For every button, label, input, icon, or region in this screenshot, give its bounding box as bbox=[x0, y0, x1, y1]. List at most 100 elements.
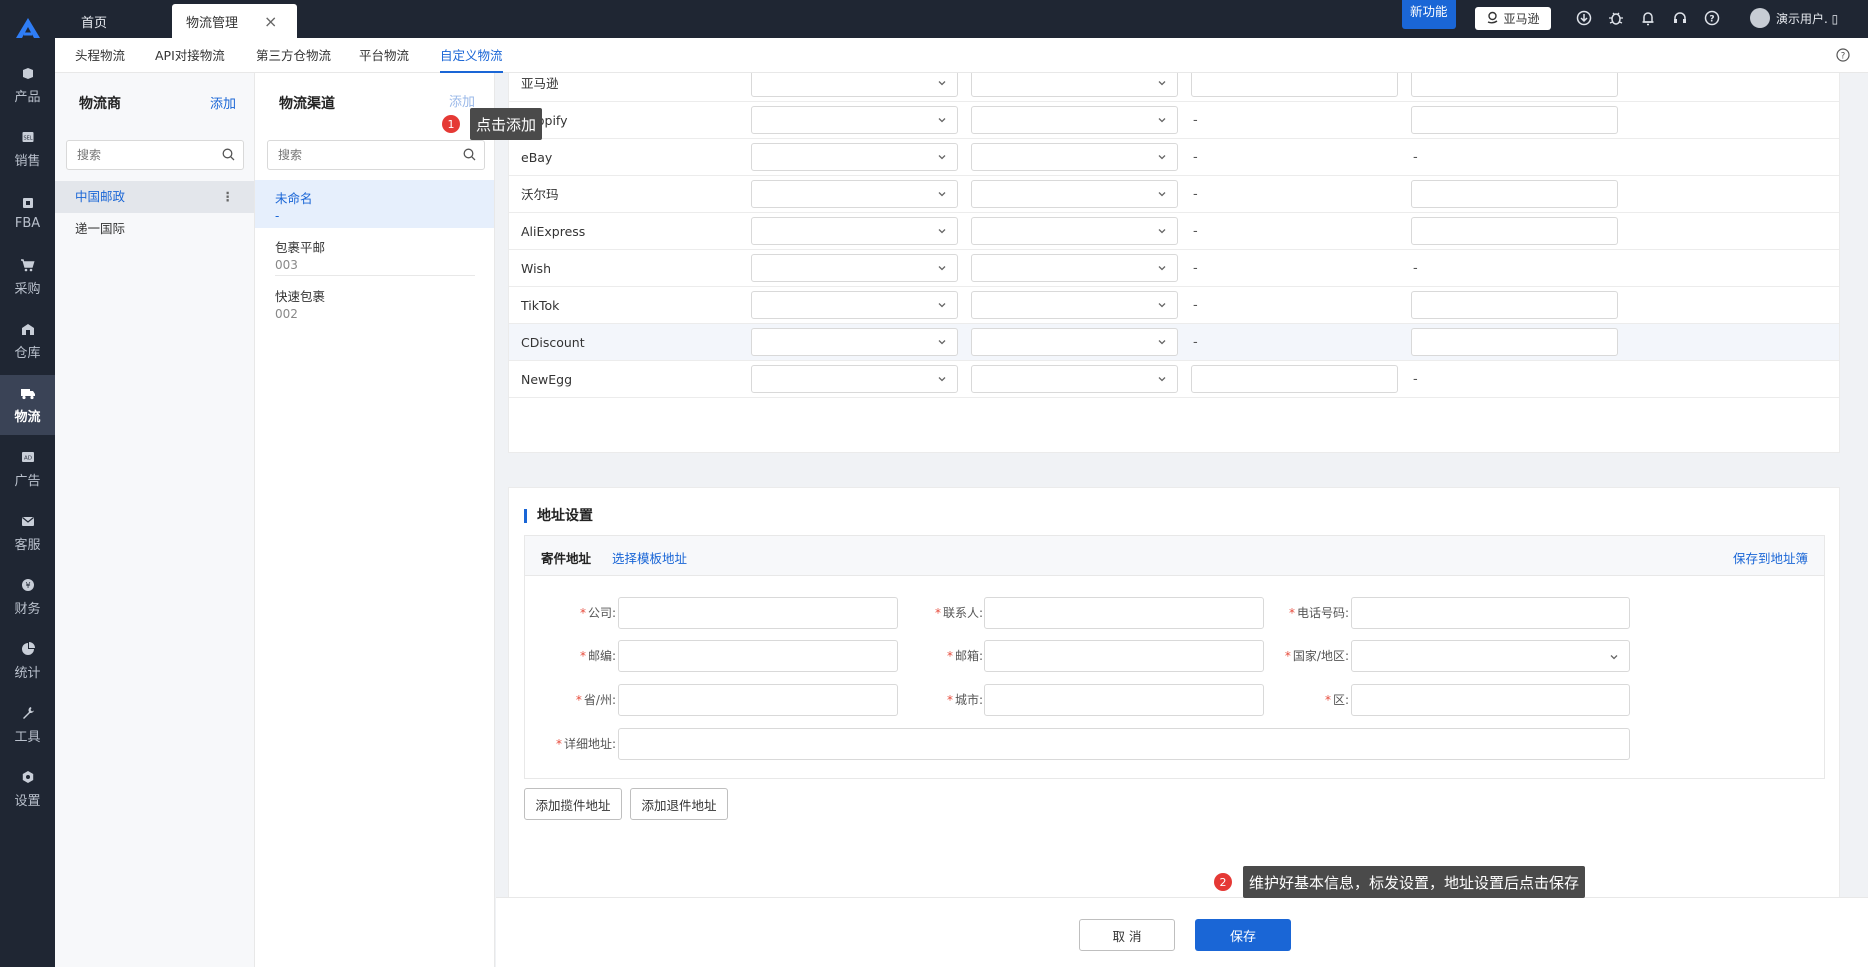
subnav-item-custom[interactable]: 自定义物流 bbox=[440, 38, 503, 73]
platform-dropdown-2[interactable] bbox=[971, 254, 1178, 282]
cancel-button[interactable]: 取 消 bbox=[1079, 919, 1175, 951]
carrier-item-diyi[interactable]: 递一国际 bbox=[55, 213, 254, 245]
platform-name: AliExpress bbox=[521, 224, 586, 239]
platform-dropdown-2[interactable] bbox=[971, 365, 1178, 393]
platform-col4-value: - bbox=[1413, 372, 1418, 387]
platform-dropdown-1[interactable] bbox=[751, 254, 958, 282]
subnav-item-platform[interactable]: 平台物流 bbox=[359, 38, 409, 73]
phone-label: * 电话号码: bbox=[1255, 597, 1349, 629]
subnav-item-api[interactable]: API对接物流 bbox=[155, 38, 225, 73]
phone-input[interactable] bbox=[1351, 597, 1630, 629]
platform-dropdown-2[interactable] bbox=[971, 180, 1178, 208]
platform-dropdown-2[interactable] bbox=[971, 106, 1178, 134]
tab-home[interactable]: 首页 bbox=[67, 4, 121, 38]
platform-dropdown-1[interactable] bbox=[751, 291, 958, 319]
required-mark: * bbox=[575, 693, 582, 707]
zip-input[interactable] bbox=[618, 640, 898, 672]
channel-name: 未命名 bbox=[275, 191, 313, 206]
platform-dropdown-1[interactable] bbox=[751, 365, 958, 393]
channel-search-input[interactable] bbox=[268, 141, 441, 169]
save-to-address-book-link[interactable]: 保存到地址簿 bbox=[1733, 548, 1808, 567]
required-mark: * bbox=[946, 693, 953, 707]
subnav-item-headhaul[interactable]: 头程物流 bbox=[75, 38, 125, 73]
help-icon[interactable]: ? bbox=[1704, 10, 1720, 30]
district-input[interactable] bbox=[1351, 684, 1630, 716]
district-label: * 区: bbox=[1255, 684, 1349, 716]
platform-dropdown-1[interactable] bbox=[751, 328, 958, 356]
marketplace-label: 亚马逊 bbox=[1503, 12, 1540, 26]
carrier-search-input[interactable] bbox=[67, 141, 208, 169]
nav-item-sales[interactable]: SEL 销售 bbox=[0, 119, 55, 179]
nav-item-settings[interactable]: 设置 bbox=[0, 759, 55, 819]
save-button[interactable]: 保存 bbox=[1195, 919, 1291, 951]
select-template-link[interactable]: 选择模板地址 bbox=[612, 548, 687, 567]
platform-col4-input[interactable] bbox=[1411, 73, 1618, 97]
province-input[interactable] bbox=[618, 684, 898, 716]
channel-item-parcel[interactable]: 包裹平邮 003 bbox=[255, 229, 494, 277]
platform-col4-input[interactable] bbox=[1411, 180, 1618, 208]
download-icon[interactable] bbox=[1576, 10, 1592, 30]
search-icon[interactable] bbox=[463, 148, 476, 165]
email-input[interactable] bbox=[984, 640, 1264, 672]
bug-icon[interactable] bbox=[1608, 10, 1624, 30]
nav-item-box[interactable]: 产品 bbox=[0, 55, 55, 115]
company-input[interactable] bbox=[618, 597, 898, 629]
marketplace-selector[interactable]: 亚马逊 bbox=[1475, 7, 1551, 30]
channel-item-unnamed[interactable]: 未命名 - bbox=[255, 180, 494, 228]
nav-item-finance[interactable]: ¥ 财务 bbox=[0, 567, 55, 627]
platform-dropdown-1[interactable] bbox=[751, 217, 958, 245]
new-feature-badge[interactable]: 新功能 bbox=[1402, 0, 1456, 29]
nav-item-truck[interactable]: 物流 bbox=[0, 375, 55, 435]
platform-col3-input[interactable] bbox=[1191, 73, 1398, 97]
app-logo[interactable] bbox=[0, 0, 55, 55]
sender-address-box: 寄件地址 选择模板地址 保存到地址簿 * 公司: * 联系人: * 电话号码: * 邮编… bbox=[524, 535, 1825, 779]
add-return-address-button[interactable]: 添加退件地址 bbox=[630, 788, 728, 820]
required-mark: * bbox=[1288, 606, 1295, 620]
user-menu[interactable]: 演示用户. ▯ bbox=[1750, 8, 1838, 28]
tab-logistics-management[interactable]: 物流管理 × bbox=[172, 4, 297, 38]
platform-dropdown-2[interactable] bbox=[971, 217, 1178, 245]
nav-item-mail[interactable]: 客服 bbox=[0, 503, 55, 563]
help-icon[interactable]: ? bbox=[1836, 48, 1850, 66]
add-pickup-address-button[interactable]: 添加揽件地址 bbox=[524, 788, 622, 820]
headset-icon[interactable] bbox=[1672, 10, 1688, 30]
platform-dropdown-1[interactable] bbox=[751, 180, 958, 208]
platform-dropdown-1[interactable] bbox=[751, 106, 958, 134]
channel-item-express[interactable]: 快速包裹 002 bbox=[255, 278, 494, 326]
platform-dropdown-2[interactable] bbox=[971, 143, 1178, 171]
close-icon[interactable]: × bbox=[264, 12, 277, 31]
platform-col4-input[interactable] bbox=[1411, 106, 1618, 134]
bell-icon[interactable] bbox=[1640, 10, 1656, 30]
city-label: * 城市: bbox=[905, 684, 983, 716]
platform-col4-input[interactable] bbox=[1411, 291, 1618, 319]
left-nav: 产品 SEL 销售 FBA 采购 仓库 物流 AD 广告 客服 ¥ 财务 统计 工具 设置 bbox=[0, 0, 55, 967]
nav-item-warehouse[interactable]: 仓库 bbox=[0, 311, 55, 371]
platform-dropdown-2[interactable] bbox=[971, 73, 1178, 97]
sender-address-header: 寄件地址 选择模板地址 保存到地址簿 bbox=[525, 536, 1824, 576]
platform-dropdown-2[interactable] bbox=[971, 328, 1178, 356]
platform-dropdown-1[interactable] bbox=[751, 73, 958, 97]
detail-address-input[interactable] bbox=[618, 728, 1630, 760]
subnav-item-third-party[interactable]: 第三方仓物流 bbox=[256, 38, 331, 73]
carrier-item-china-post[interactable]: 中国邮政 ⋮ bbox=[55, 181, 254, 213]
contact-input[interactable] bbox=[984, 597, 1264, 629]
chevron-down-icon bbox=[937, 299, 947, 314]
nav-item-cart[interactable]: 采购 bbox=[0, 247, 55, 307]
platform-col4-input[interactable] bbox=[1411, 328, 1618, 356]
platform-dropdown-1[interactable] bbox=[751, 143, 958, 171]
more-vertical-icon[interactable]: ⋮ bbox=[222, 181, 235, 213]
add-carrier-button[interactable]: 添加 bbox=[210, 93, 236, 112]
platform-col3-input[interactable] bbox=[1191, 365, 1398, 393]
platform-col4-input[interactable] bbox=[1411, 217, 1618, 245]
country-label-text: 国家/地区: bbox=[1292, 649, 1349, 663]
platform-dropdown-2[interactable] bbox=[971, 291, 1178, 319]
nav-item-pie[interactable]: 统计 bbox=[0, 631, 55, 691]
nav-item-ad[interactable]: AD 广告 bbox=[0, 439, 55, 499]
country-select[interactable] bbox=[1351, 640, 1630, 672]
city-input[interactable] bbox=[984, 684, 1264, 716]
channel-search-box bbox=[267, 140, 485, 170]
company-label: * 公司: bbox=[525, 597, 616, 629]
nav-item-fba[interactable]: FBA bbox=[0, 183, 55, 243]
nav-item-wrench[interactable]: 工具 bbox=[0, 695, 55, 755]
search-icon[interactable] bbox=[222, 148, 235, 165]
